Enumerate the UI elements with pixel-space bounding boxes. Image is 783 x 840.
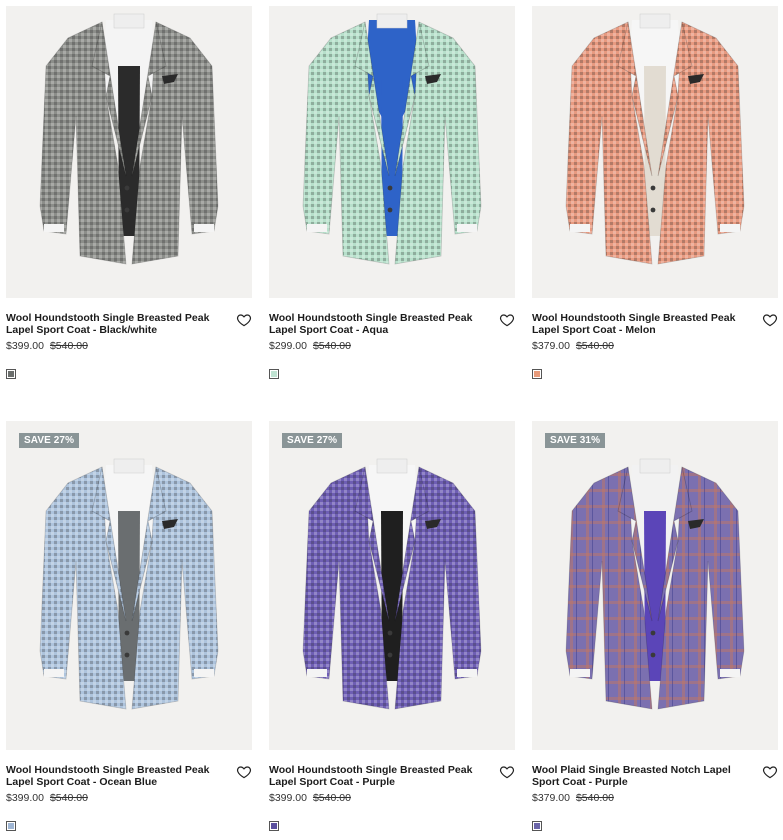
jacket-illustration xyxy=(39,13,219,265)
product-title[interactable]: Wool Houndstooth Single Breasted Peak La… xyxy=(269,312,483,336)
product-prices: $299.00 $540.00 xyxy=(269,340,351,352)
original-price: $540.00 xyxy=(575,340,614,352)
sale-price: $379.00 xyxy=(532,792,570,804)
original-price: $540.00 xyxy=(49,340,88,352)
jacket-illustration xyxy=(565,13,745,265)
color-swatch[interactable] xyxy=(269,821,279,831)
swatch-fill xyxy=(7,370,15,378)
swatch-fill xyxy=(533,370,541,378)
sale-price: $399.00 xyxy=(6,792,44,804)
product-prices: $379.00 $540.00 xyxy=(532,792,614,804)
swatch-fill xyxy=(270,370,278,378)
color-swatch[interactable] xyxy=(6,821,16,831)
wishlist-heart-icon[interactable] xyxy=(762,312,778,328)
save-badge: SAVE 27% xyxy=(19,433,80,448)
sale-price: $379.00 xyxy=(532,340,570,352)
product-image[interactable] xyxy=(532,421,778,750)
swatch-fill xyxy=(533,822,541,830)
swatch-fill xyxy=(7,822,15,830)
original-price: $540.00 xyxy=(312,340,351,352)
product-title[interactable]: Wool Houndstooth Single Breasted Peak La… xyxy=(269,764,483,788)
product-title[interactable]: Wool Plaid Single Breasted Notch Lapel S… xyxy=(532,764,746,788)
color-swatch[interactable] xyxy=(269,369,279,379)
swatch-fill xyxy=(270,822,278,830)
wishlist-heart-icon[interactable] xyxy=(762,764,778,780)
jacket-illustration xyxy=(39,458,219,710)
product-image[interactable] xyxy=(6,421,252,750)
product-title[interactable]: Wool Houndstooth Single Breasted Peak La… xyxy=(532,312,746,336)
jacket-illustration xyxy=(302,458,482,710)
product-image[interactable] xyxy=(6,6,252,298)
color-swatch[interactable] xyxy=(532,369,542,379)
jacket-illustration xyxy=(565,458,745,710)
product-prices: $399.00 $540.00 xyxy=(6,792,88,804)
wishlist-heart-icon[interactable] xyxy=(236,312,252,328)
wishlist-heart-icon[interactable] xyxy=(236,764,252,780)
color-swatch[interactable] xyxy=(6,369,16,379)
original-price: $540.00 xyxy=(312,792,351,804)
wishlist-heart-icon[interactable] xyxy=(499,764,515,780)
product-prices: $399.00 $540.00 xyxy=(6,340,88,352)
product-prices: $399.00 $540.00 xyxy=(269,792,351,804)
jacket-illustration xyxy=(302,13,482,265)
product-image[interactable] xyxy=(532,6,778,298)
save-badge: SAVE 27% xyxy=(282,433,343,448)
sale-price: $399.00 xyxy=(6,340,44,352)
product-prices: $379.00 $540.00 xyxy=(532,340,614,352)
product-image[interactable] xyxy=(269,6,515,298)
product-title[interactable]: Wool Houndstooth Single Breasted Peak La… xyxy=(6,764,220,788)
original-price: $540.00 xyxy=(49,792,88,804)
product-grid: Wool Houndstooth Single Breasted Peak La… xyxy=(0,0,783,840)
product-title[interactable]: Wool Houndstooth Single Breasted Peak La… xyxy=(6,312,220,336)
sale-price: $399.00 xyxy=(269,792,307,804)
sale-price: $299.00 xyxy=(269,340,307,352)
color-swatch[interactable] xyxy=(532,821,542,831)
save-badge: SAVE 31% xyxy=(545,433,606,448)
wishlist-heart-icon[interactable] xyxy=(499,312,515,328)
original-price: $540.00 xyxy=(575,792,614,804)
product-image[interactable] xyxy=(269,421,515,750)
